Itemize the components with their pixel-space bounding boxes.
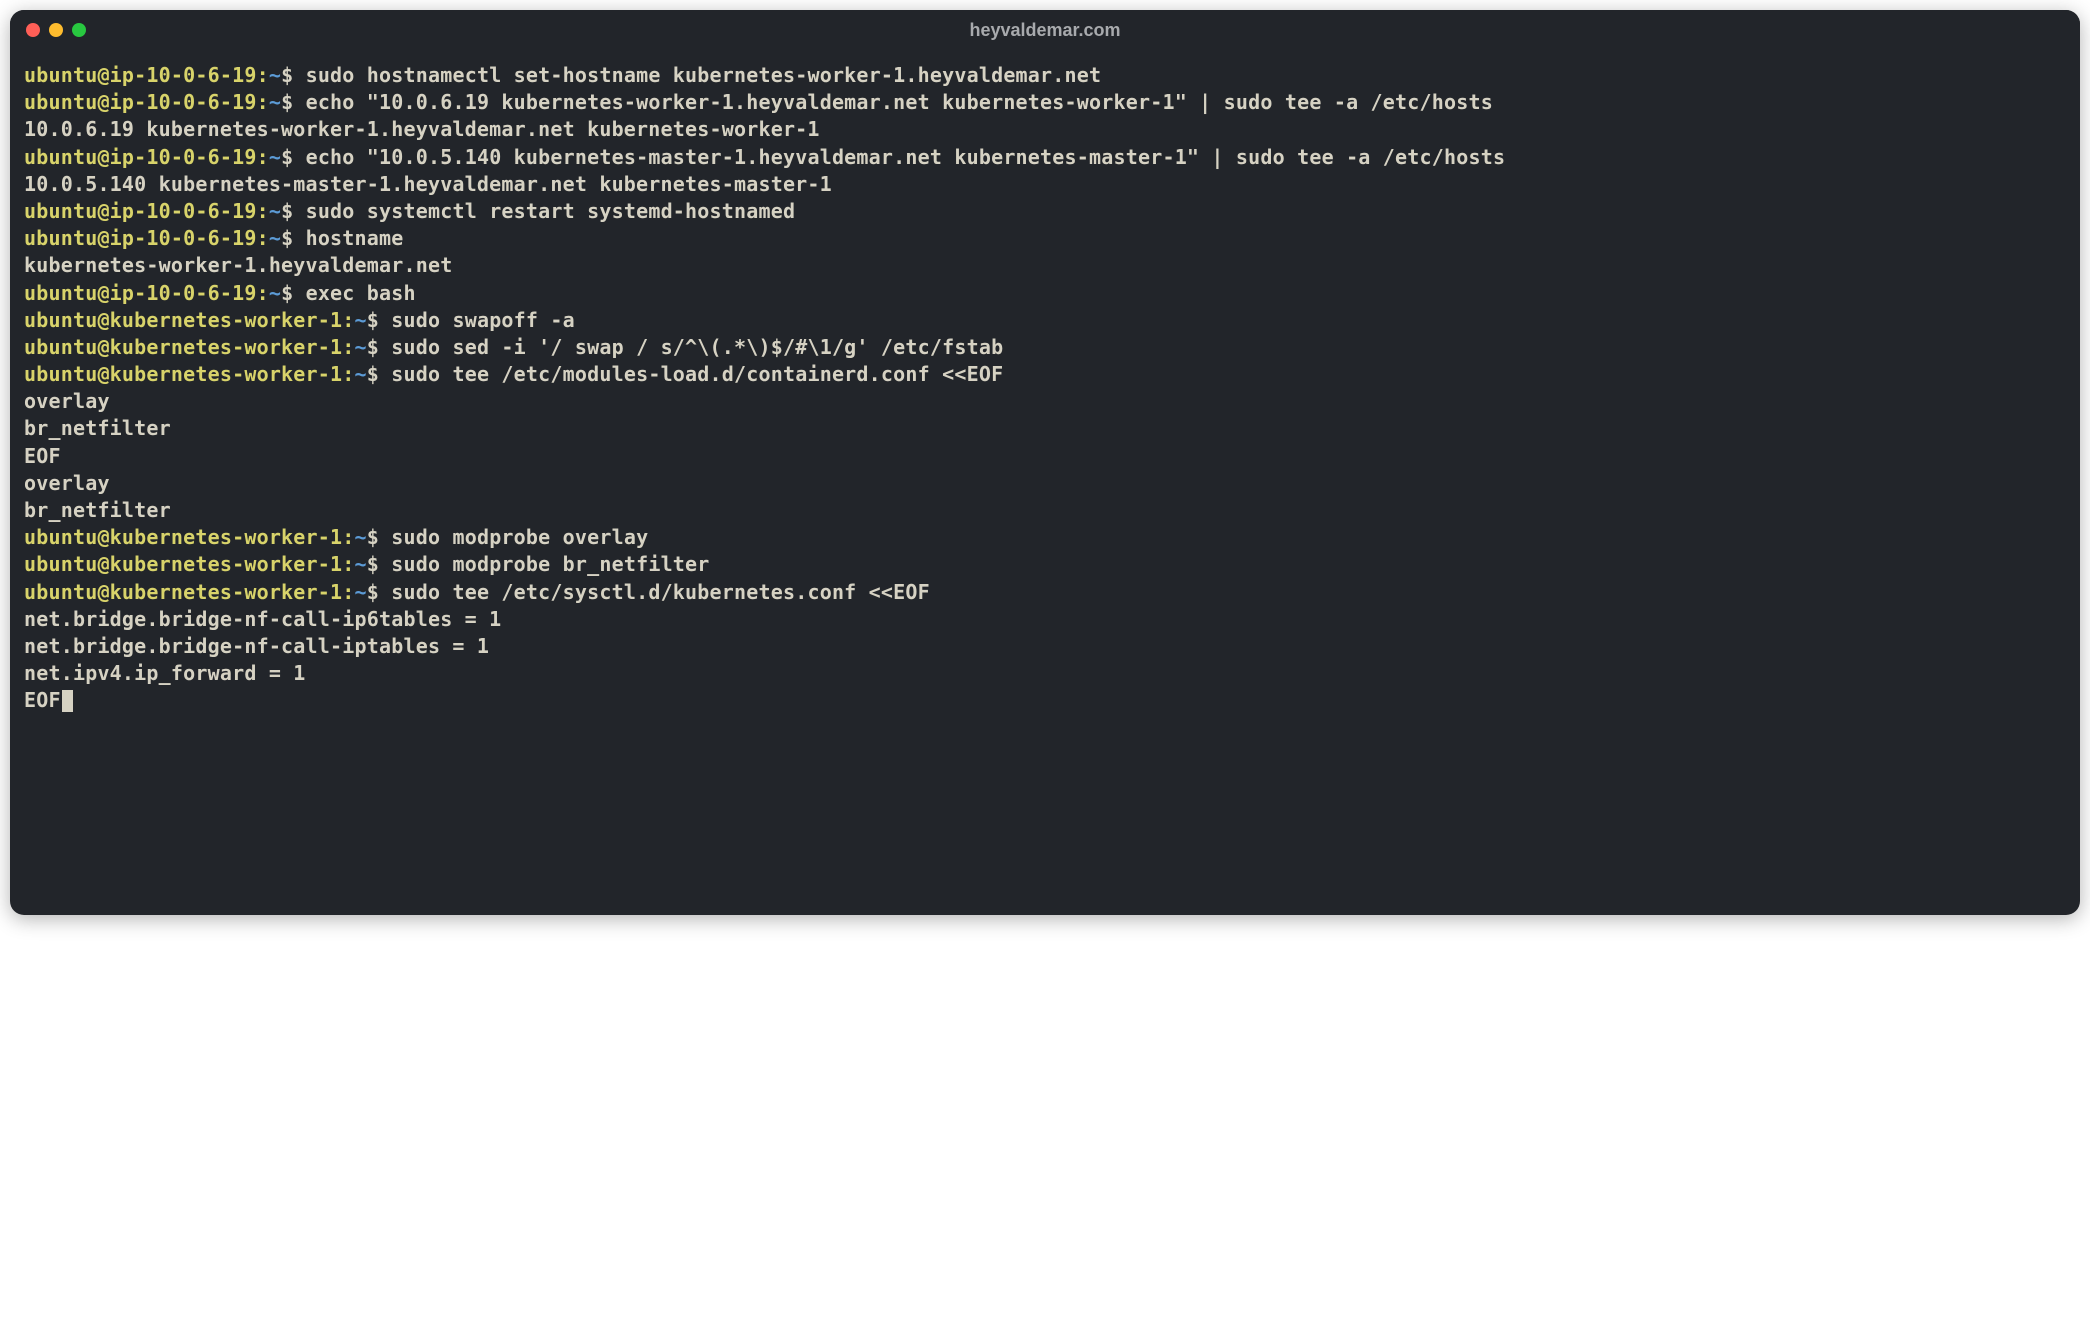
prompt-path: ~ bbox=[269, 90, 281, 114]
prompt-path: ~ bbox=[269, 63, 281, 87]
prompt-sep: : bbox=[257, 63, 269, 87]
terminal-window: heyvaldemar.com ubuntu@ip-10-0-6-19:~$ s… bbox=[10, 10, 2080, 915]
command-7: sudo swapoff -a bbox=[391, 308, 575, 332]
prompt-user: ubuntu@ip-10-0-6-19 bbox=[24, 281, 257, 305]
prompt-path: ~ bbox=[269, 199, 281, 223]
prompt-sigil: $ bbox=[281, 63, 305, 87]
prompt-sigil: $ bbox=[367, 525, 391, 549]
prompt-user: ubuntu@ip-10-0-6-19 bbox=[24, 145, 257, 169]
prompt-sigil: $ bbox=[281, 281, 305, 305]
output-9b: br_netfilter bbox=[24, 497, 2066, 524]
heredoc-input-12b: net.bridge.bridge-nf-call-iptables = 1 bbox=[24, 633, 2066, 660]
window-title: heyvaldemar.com bbox=[969, 20, 1120, 41]
command-10: sudo modprobe overlay bbox=[391, 525, 648, 549]
output-2: 10.0.6.19 kubernetes-worker-1.heyvaldema… bbox=[24, 116, 2066, 143]
command-3: echo "10.0.5.140 kubernetes-master-1.hey… bbox=[306, 145, 1506, 169]
minimize-button[interactable] bbox=[49, 23, 63, 37]
command-1: sudo hostnamectl set-hostname kubernetes… bbox=[306, 63, 1102, 87]
cursor bbox=[62, 690, 73, 712]
prompt-sep: : bbox=[342, 552, 354, 576]
prompt-path: ~ bbox=[269, 226, 281, 250]
prompt-user: ubuntu@ip-10-0-6-19 bbox=[24, 226, 257, 250]
heredoc-input-12c: net.ipv4.ip_forward = 1 bbox=[24, 660, 2066, 687]
heredoc-input-9b: br_netfilter bbox=[24, 415, 2066, 442]
prompt-user: ubuntu@ip-10-0-6-19 bbox=[24, 199, 257, 223]
command-12: sudo tee /etc/sysctl.d/kubernetes.conf <… bbox=[391, 580, 930, 604]
heredoc-input-9a: overlay bbox=[24, 388, 2066, 415]
heredoc-input-9c: EOF bbox=[24, 443, 2066, 470]
prompt-path: ~ bbox=[269, 145, 281, 169]
prompt-sep: : bbox=[342, 580, 354, 604]
close-button[interactable] bbox=[26, 23, 40, 37]
window-controls bbox=[26, 23, 86, 37]
terminal-body[interactable]: ubuntu@ip-10-0-6-19:~$ sudo hostnamectl … bbox=[10, 50, 2080, 915]
prompt-sep: : bbox=[257, 199, 269, 223]
prompt-sep: : bbox=[342, 308, 354, 332]
command-6: exec bash bbox=[306, 281, 416, 305]
command-4: sudo systemctl restart systemd-hostnamed bbox=[306, 199, 796, 223]
prompt-user: ubuntu@ip-10-0-6-19 bbox=[24, 90, 257, 114]
prompt-sigil: $ bbox=[367, 552, 391, 576]
command-8: sudo sed -i '/ swap / s/^\(.*\)$/#\1/g' … bbox=[391, 335, 1003, 359]
prompt-path: ~ bbox=[355, 580, 367, 604]
prompt-sep: : bbox=[257, 145, 269, 169]
prompt-path: ~ bbox=[355, 335, 367, 359]
prompt-sigil: $ bbox=[281, 199, 305, 223]
heredoc-input-12d: EOF bbox=[24, 688, 61, 712]
prompt-sigil: $ bbox=[367, 362, 391, 386]
prompt-user: ubuntu@kubernetes-worker-1 bbox=[24, 580, 342, 604]
command-11: sudo modprobe br_netfilter bbox=[391, 552, 709, 576]
prompt-user: ubuntu@kubernetes-worker-1 bbox=[24, 335, 342, 359]
prompt-path: ~ bbox=[355, 552, 367, 576]
prompt-user: ubuntu@kubernetes-worker-1 bbox=[24, 308, 342, 332]
command-5: hostname bbox=[306, 226, 404, 250]
prompt-sigil: $ bbox=[367, 335, 391, 359]
prompt-sigil: $ bbox=[281, 226, 305, 250]
prompt-sigil: $ bbox=[281, 145, 305, 169]
maximize-button[interactable] bbox=[72, 23, 86, 37]
prompt-sep: : bbox=[257, 281, 269, 305]
prompt-path: ~ bbox=[355, 362, 367, 386]
prompt-user: ubuntu@kubernetes-worker-1 bbox=[24, 362, 342, 386]
prompt-user: ubuntu@ip-10-0-6-19 bbox=[24, 63, 257, 87]
prompt-sigil: $ bbox=[367, 308, 391, 332]
prompt-path: ~ bbox=[355, 308, 367, 332]
heredoc-input-12a: net.bridge.bridge-nf-call-ip6tables = 1 bbox=[24, 606, 2066, 633]
command-9: sudo tee /etc/modules-load.d/containerd.… bbox=[391, 362, 1003, 386]
prompt-sep: : bbox=[257, 90, 269, 114]
output-3: 10.0.5.140 kubernetes-master-1.heyvaldem… bbox=[24, 171, 2066, 198]
prompt-path: ~ bbox=[269, 281, 281, 305]
prompt-sigil: $ bbox=[367, 580, 391, 604]
prompt-user: ubuntu@kubernetes-worker-1 bbox=[24, 525, 342, 549]
output-9a: overlay bbox=[24, 470, 2066, 497]
prompt-sep: : bbox=[342, 335, 354, 359]
prompt-sep: : bbox=[342, 362, 354, 386]
output-5: kubernetes-worker-1.heyvaldemar.net bbox=[24, 252, 2066, 279]
prompt-user: ubuntu@kubernetes-worker-1 bbox=[24, 552, 342, 576]
title-bar: heyvaldemar.com bbox=[10, 10, 2080, 50]
prompt-sep: : bbox=[342, 525, 354, 549]
prompt-sep: : bbox=[257, 226, 269, 250]
prompt-path: ~ bbox=[355, 525, 367, 549]
command-2: echo "10.0.6.19 kubernetes-worker-1.heyv… bbox=[306, 90, 1493, 114]
prompt-sigil: $ bbox=[281, 90, 305, 114]
